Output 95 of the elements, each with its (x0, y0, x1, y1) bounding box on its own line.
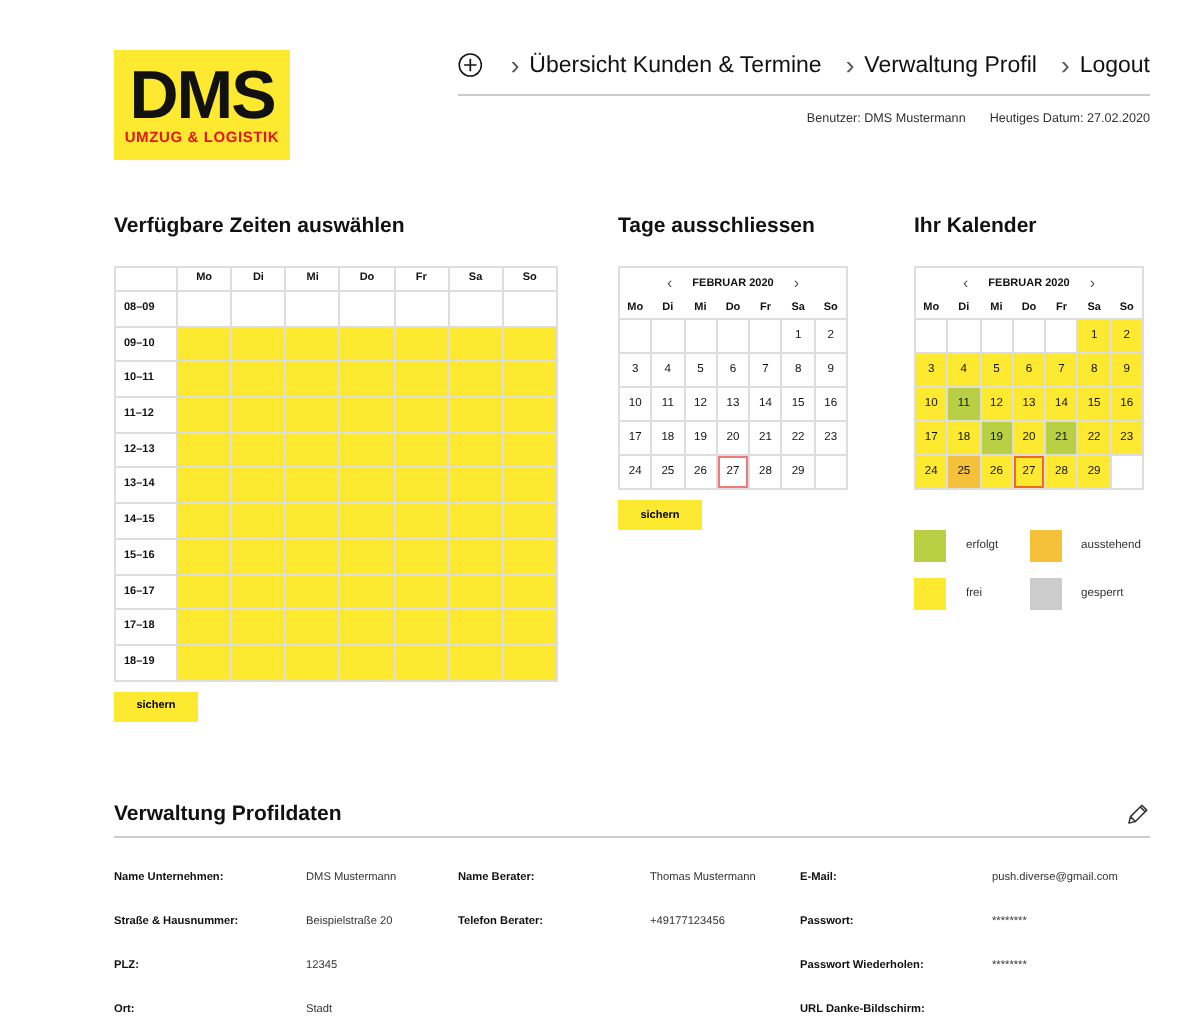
section-title: Tage ausschliessen (618, 214, 815, 238)
time-slot[interactable] (178, 327, 231, 361)
time-slot[interactable] (340, 468, 394, 503)
time-slot[interactable] (232, 362, 285, 397)
time-slot[interactable] (178, 610, 231, 644)
time-slot[interactable] (286, 468, 339, 503)
time-slot[interactable] (395, 327, 448, 361)
time-slot[interactable] (340, 327, 394, 361)
previous-month-button[interactable]: ‹ (963, 274, 969, 292)
time-slot[interactable] (449, 327, 502, 361)
time-slot[interactable] (178, 362, 231, 397)
time-slot[interactable] (395, 575, 448, 609)
time-slot[interactable] (340, 504, 394, 538)
time-slot[interactable] (449, 292, 502, 326)
time-slot[interactable] (503, 504, 556, 538)
nav-link[interactable]: Logout (1079, 53, 1150, 77)
chevron-icon: › (1060, 50, 1070, 80)
time-slot[interactable] (395, 468, 448, 503)
time-slot[interactable] (286, 433, 339, 467)
time-slot[interactable] (395, 504, 448, 538)
time-slot[interactable] (340, 539, 394, 573)
section-title: Verfügbare Zeiten auswählen (114, 214, 405, 238)
time-slot[interactable] (286, 362, 339, 397)
time-slot[interactable] (286, 504, 339, 538)
corner-cell (116, 268, 176, 290)
chevron-icon: › (845, 50, 855, 80)
time-slot[interactable] (232, 468, 285, 503)
time-slot[interactable] (178, 539, 231, 573)
time-slot[interactable] (503, 398, 556, 432)
time-slot[interactable] (395, 362, 448, 397)
time-slot[interactable] (449, 362, 502, 397)
nav-link[interactable]: Übersicht Kunden & Termine (529, 53, 822, 77)
time-slot[interactable] (395, 433, 448, 467)
time-slot[interactable] (178, 433, 231, 467)
time-slot[interactable] (449, 539, 502, 573)
next-month-button[interactable]: › (1089, 274, 1095, 292)
time-slot[interactable] (232, 575, 285, 609)
time-slot[interactable] (232, 610, 285, 644)
time-slot[interactable] (340, 433, 394, 467)
time-slot[interactable] (449, 575, 502, 609)
logo-title: DMS (129, 64, 275, 128)
time-slot[interactable] (340, 362, 394, 397)
time-slot[interactable] (178, 398, 231, 432)
time-slot[interactable] (503, 362, 556, 397)
time-slot[interactable] (449, 433, 502, 467)
time-slot[interactable] (232, 398, 285, 432)
time-slot[interactable] (503, 575, 556, 609)
time-slot[interactable] (503, 610, 556, 644)
time-slot[interactable] (395, 292, 448, 326)
chevron-icon: › (510, 50, 520, 80)
time-slot[interactable] (503, 327, 556, 361)
section-title: Verwaltung Profildaten (114, 802, 342, 827)
time-slot[interactable] (449, 468, 502, 503)
time-slot[interactable] (178, 575, 231, 609)
time-slot[interactable] (340, 575, 394, 609)
time-slot[interactable] (286, 645, 339, 680)
add-icon[interactable] (458, 50, 483, 80)
time-slot[interactable] (286, 610, 339, 644)
time-slot[interactable] (232, 292, 285, 326)
time-slot[interactable] (503, 468, 556, 503)
time-slot[interactable] (395, 610, 448, 644)
time-slot[interactable] (503, 292, 556, 326)
time-slot[interactable] (286, 539, 339, 573)
time-slot[interactable] (178, 292, 231, 326)
time-slot[interactable] (395, 398, 448, 432)
time-slot[interactable] (503, 433, 556, 467)
nav-link[interactable]: Verwaltung Profil (864, 53, 1037, 77)
time-slot[interactable] (449, 645, 502, 680)
time-slot[interactable] (286, 398, 339, 432)
time-slot[interactable] (286, 292, 339, 326)
time-slot[interactable] (232, 504, 285, 538)
previous-month-button[interactable]: ‹ (667, 274, 673, 292)
time-slot[interactable] (232, 539, 285, 573)
time-slot[interactable] (449, 398, 502, 432)
edit-icon[interactable] (1124, 801, 1150, 828)
next-month-button[interactable]: › (793, 274, 799, 292)
time-slot[interactable] (232, 327, 285, 361)
time-slot[interactable] (503, 539, 556, 573)
time-slot[interactable] (340, 398, 394, 432)
time-slot[interactable] (178, 468, 231, 503)
time-slot[interactable] (232, 645, 285, 680)
time-slot[interactable] (395, 539, 448, 573)
time-slot[interactable] (232, 433, 285, 467)
time-slot[interactable] (395, 645, 448, 680)
time-slot[interactable] (503, 645, 556, 680)
time-slot[interactable] (178, 504, 231, 538)
time-slot[interactable] (340, 610, 394, 644)
time-slot[interactable] (286, 575, 339, 609)
time-slot[interactable] (449, 610, 502, 644)
section-title: Ihr Kalender (914, 214, 1037, 238)
time-slot[interactable] (449, 504, 502, 538)
time-slot[interactable] (340, 645, 394, 680)
time-slot[interactable] (178, 645, 231, 680)
time-slot[interactable] (340, 292, 394, 326)
time-slot[interactable] (286, 327, 339, 361)
